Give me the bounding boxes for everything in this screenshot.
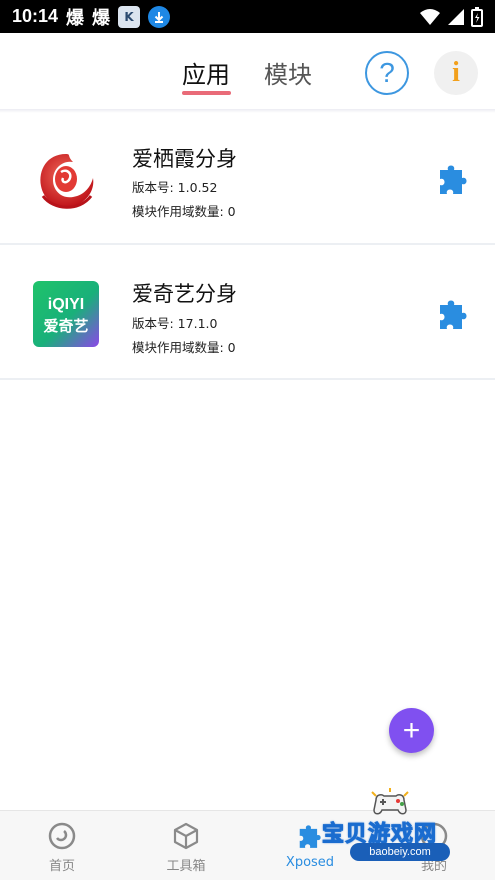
iqiyi-logo-text-cn: 爱奇艺	[43, 317, 88, 335]
nav-label-home: 首页	[48, 859, 75, 874]
watermark: 宝贝游戏网 baobeiy.com	[321, 788, 472, 866]
battery-icon	[471, 6, 483, 27]
info-button[interactable]: i	[434, 51, 478, 95]
app-name: 爱栖霞分身	[132, 147, 237, 171]
top-tab-bar: 应用 模块 ? i	[0, 33, 495, 111]
aiqixia-logo-icon	[40, 154, 94, 209]
info-icon: i	[452, 57, 460, 88]
list-item[interactable]: 爱栖霞分身 版本号: 1.0.52 模块作用域数量: 0	[0, 113, 495, 245]
tab-modules[interactable]: 模块	[264, 55, 312, 90]
puzzle-icon	[299, 825, 321, 848]
help-button[interactable]: ?	[365, 51, 409, 95]
signal-icon	[448, 8, 464, 25]
app-version: 版本号: 1.0.52	[132, 180, 218, 195]
plus-icon: +	[402, 713, 421, 747]
puzzle-icon[interactable]	[434, 160, 472, 198]
watermark-url: baobeiy.com	[350, 843, 450, 861]
download-icon	[148, 5, 171, 28]
question-icon: ?	[379, 57, 395, 88]
tab-apps[interactable]: 应用	[182, 55, 230, 90]
home-disc-icon	[48, 822, 76, 850]
module-scope-count: 模块作用域数量: 0	[132, 340, 236, 355]
app-notification-icon: K	[118, 5, 141, 28]
fire-icon: 爆	[66, 7, 85, 29]
toolbox-cube-icon	[173, 822, 199, 850]
status-time: 10:14	[12, 6, 59, 26]
fire-icon: 爆	[92, 7, 111, 29]
iqiyi-logo-icon: iQIYI 爱奇艺	[33, 281, 99, 347]
active-tab-indicator	[182, 91, 231, 95]
nav-item-home[interactable]: 首页	[0, 811, 124, 880]
status-bar: 10:14 爆 爆 K	[0, 0, 495, 33]
gamepad-icon	[371, 788, 409, 815]
module-scope-count: 模块作用域数量: 0	[132, 204, 236, 219]
wifi-icon	[420, 8, 440, 25]
puzzle-icon[interactable]	[434, 295, 472, 333]
app-name: 爱奇艺分身	[132, 282, 237, 306]
list-item[interactable]: iQIYI 爱奇艺 爱奇艺分身 版本号: 17.1.0 模块作用域数量: 0	[0, 248, 495, 380]
nav-label-toolbox: 工具箱	[166, 859, 206, 874]
app-version: 版本号: 17.1.0	[132, 316, 218, 331]
add-button[interactable]: +	[389, 708, 434, 753]
iqiyi-logo-text: iQIYI	[48, 296, 84, 313]
nav-item-toolbox[interactable]: 工具箱	[124, 811, 248, 880]
